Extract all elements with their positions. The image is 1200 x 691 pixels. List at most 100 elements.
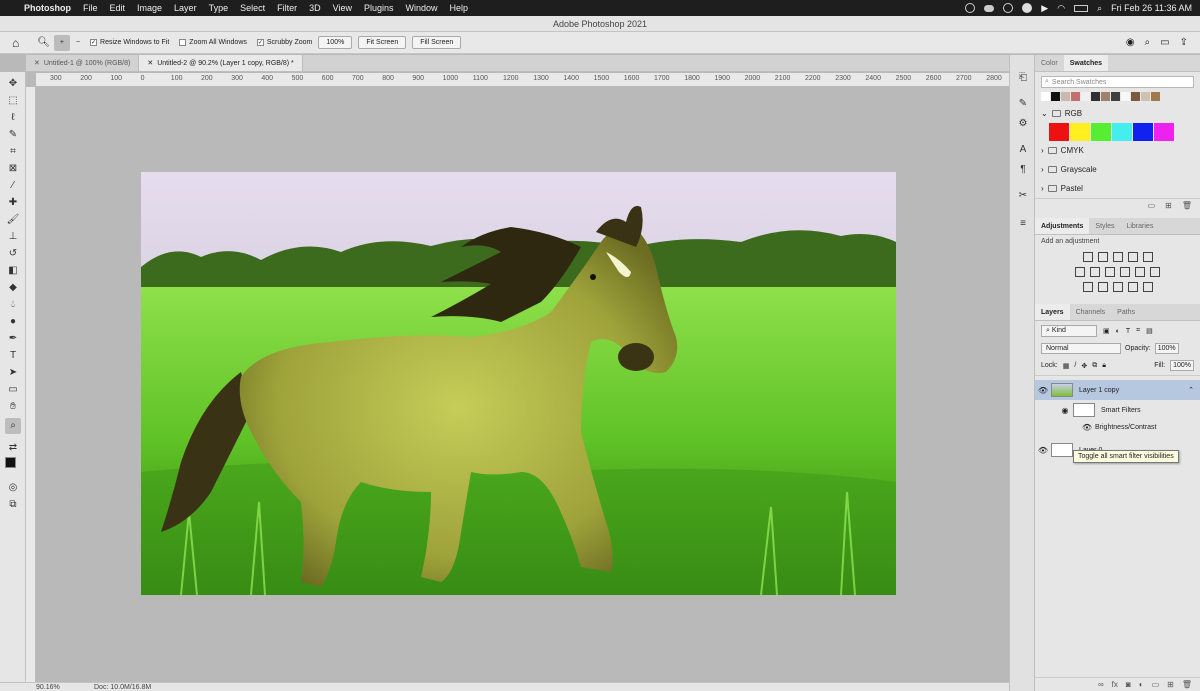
- wifi-icon[interactable]: ◠: [1057, 3, 1065, 14]
- eraser-tool-icon[interactable]: ◧: [5, 263, 21, 279]
- brush-settings-icon[interactable]: ✎: [1015, 97, 1031, 111]
- smart-filter-icon[interactable]: ▤: [1146, 327, 1153, 335]
- workspace-icon[interactable]: ▭: [1160, 37, 1169, 48]
- trash-icon[interactable]: 🗑︎: [1182, 201, 1192, 210]
- tools-icon[interactable]: ✂: [1015, 189, 1031, 203]
- menu-item[interactable]: Layer: [168, 3, 203, 13]
- menu-item[interactable]: Help: [444, 3, 475, 13]
- mixer-icon[interactable]: [1135, 267, 1145, 277]
- zoom-out-button[interactable]: −: [76, 39, 80, 46]
- shape-filter-icon[interactable]: ⌗: [1136, 327, 1140, 335]
- invert-icon[interactable]: [1082, 282, 1093, 292]
- rgb-swatch[interactable]: [1112, 123, 1132, 141]
- menu-item[interactable]: Select: [234, 3, 271, 13]
- curves-icon[interactable]: [1112, 252, 1123, 262]
- levels-icon[interactable]: [1097, 252, 1108, 262]
- doc-size[interactable]: Doc: 10.0M/16.8M: [94, 684, 151, 691]
- brush-tool-icon[interactable]: 🖌︎: [5, 212, 21, 228]
- swap-colors-icon[interactable]: ⇄: [5, 440, 21, 456]
- rgb-swatch[interactable]: [1154, 123, 1174, 141]
- fill-screen-button[interactable]: Fill Screen: [412, 36, 462, 49]
- paragraph-icon[interactable]: ¶: [1015, 163, 1031, 177]
- swatch[interactable]: [1111, 92, 1120, 101]
- vibrance-icon[interactable]: [1142, 252, 1153, 262]
- new-group-icon[interactable]: ▭: [1148, 201, 1156, 210]
- foreground-color-swatch[interactable]: [5, 457, 16, 468]
- swatch[interactable]: [1061, 92, 1070, 101]
- lock-position-icon[interactable]: ✥: [1081, 362, 1087, 370]
- opacity-field[interactable]: 100%: [1154, 343, 1179, 354]
- layer-row-smart-filters[interactable]: ◉ Smart Filters: [1035, 400, 1200, 420]
- zoom-tool-icon[interactable]: 🔍︎: [37, 37, 50, 48]
- swatch[interactable]: [1151, 92, 1160, 101]
- marquee-tool-icon[interactable]: ⬚: [5, 93, 21, 109]
- path-select-tool-icon[interactable]: ➤: [5, 365, 21, 381]
- blur-tool-icon[interactable]: 💧︎: [5, 297, 21, 313]
- menu-item[interactable]: Filter: [271, 3, 303, 13]
- play-icon[interactable]: ▶: [1041, 3, 1048, 14]
- close-icon[interactable]: ✕: [34, 59, 40, 67]
- swatch[interactable]: [1041, 92, 1050, 101]
- hand-tool-icon[interactable]: ✋︎: [5, 399, 21, 415]
- swatch[interactable]: [1051, 92, 1060, 101]
- tab-styles[interactable]: Styles: [1089, 218, 1120, 234]
- share-icon[interactable]: ⇪: [1180, 37, 1188, 48]
- mask-icon[interactable]: ◙: [1126, 680, 1131, 689]
- menu-app-name[interactable]: Photoshop: [18, 3, 77, 13]
- zoom-all-windows-checkbox[interactable]: Zoom All Windows: [179, 39, 247, 46]
- status-icon[interactable]: [965, 3, 976, 13]
- new-adjustment-icon[interactable]: ◐: [1139, 680, 1144, 689]
- document-image[interactable]: [141, 172, 896, 595]
- tab-swatches[interactable]: Swatches: [1063, 55, 1109, 71]
- tab-libraries[interactable]: Libraries: [1120, 218, 1159, 234]
- gradient-map-icon[interactable]: [1127, 282, 1138, 292]
- move-tool-icon[interactable]: ✥: [5, 76, 21, 92]
- photo-filter-icon[interactable]: [1120, 267, 1130, 277]
- visibility-eye-icon[interactable]: 👁︎: [1035, 386, 1051, 395]
- cloud-icon[interactable]: [984, 4, 995, 12]
- menu-item[interactable]: Image: [131, 3, 168, 13]
- clock[interactable]: Fri Feb 26 11:36 AM: [1111, 3, 1192, 13]
- layer-row-layer-1-copy[interactable]: 👁︎ Layer 1 copy ⌃: [1035, 380, 1200, 400]
- swatch-search[interactable]: ⌕ Search Swatches: [1041, 76, 1194, 88]
- tab-layers[interactable]: Layers: [1035, 304, 1070, 320]
- type-tool-icon[interactable]: T: [5, 348, 21, 364]
- eyedropper-tool-icon[interactable]: ⁄: [5, 178, 21, 194]
- fx-icon[interactable]: fx: [1112, 680, 1118, 689]
- menu-item[interactable]: View: [327, 3, 358, 13]
- tab-adjustments[interactable]: Adjustments: [1035, 218, 1090, 234]
- close-icon[interactable]: ✕: [147, 59, 153, 67]
- visibility-eye-icon[interactable]: 👁︎: [1035, 446, 1051, 455]
- menu-item[interactable]: File: [77, 3, 104, 13]
- fit-screen-button[interactable]: Fit Screen: [358, 36, 407, 49]
- lock-artboard-icon[interactable]: ⧉: [1092, 362, 1097, 370]
- dodge-tool-icon[interactable]: ●: [5, 314, 21, 330]
- scrubby-zoom-checkbox[interactable]: ✓ Scrubby Zoom: [256, 39, 312, 46]
- hue-icon[interactable]: [1075, 267, 1085, 277]
- battery-icon[interactable]: [1074, 4, 1089, 12]
- adjustment-filter-icon[interactable]: ◐: [1116, 328, 1120, 335]
- zoom-level[interactable]: 90.16%: [36, 684, 76, 691]
- menu-item[interactable]: Edit: [104, 3, 132, 13]
- m-icon[interactable]: [1022, 3, 1033, 13]
- history-icon[interactable]: ⎗: [1015, 71, 1031, 85]
- zoom-in-button[interactable]: +: [53, 34, 70, 51]
- quick-mask-icon[interactable]: ◎: [5, 480, 21, 496]
- rgb-swatch[interactable]: [1133, 123, 1153, 141]
- type-filter-icon[interactable]: T: [1126, 328, 1130, 335]
- shape-tool-icon[interactable]: ▭: [5, 382, 21, 398]
- pen-tool-icon[interactable]: ✒: [5, 331, 21, 347]
- trash-icon[interactable]: 🗑︎: [1182, 680, 1192, 689]
- resize-windows-checkbox[interactable]: ✓ Resize Windows to Fit: [90, 39, 169, 46]
- lock-pixels-icon[interactable]: ▦: [1063, 362, 1070, 370]
- swatch-group-cmyk[interactable]: › CMYK: [1035, 141, 1200, 160]
- screen-mode-icon[interactable]: ⧉: [5, 497, 21, 513]
- new-layer-icon[interactable]: ⊞: [1167, 680, 1174, 689]
- swatch[interactable]: [1121, 92, 1130, 101]
- lock-paint-icon[interactable]: /: [1074, 362, 1076, 369]
- stamp-tool-icon[interactable]: ⊥: [5, 229, 21, 245]
- search-icon[interactable]: ⌕: [1145, 37, 1151, 48]
- bw-icon[interactable]: [1105, 267, 1115, 277]
- threshold-icon[interactable]: [1112, 282, 1123, 292]
- history-brush-tool-icon[interactable]: ↺: [5, 246, 21, 262]
